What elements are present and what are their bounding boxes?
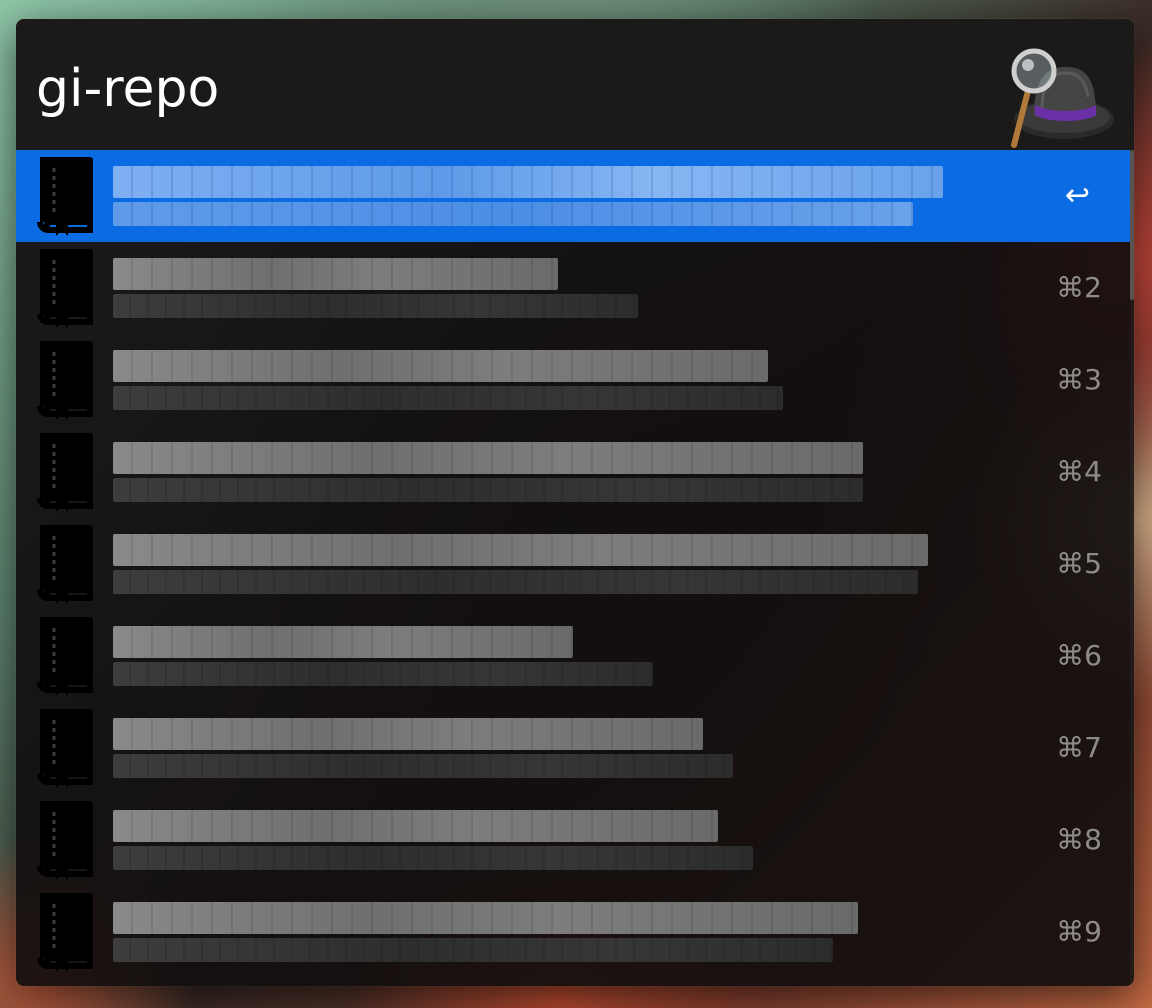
result-text: [113, 810, 1043, 872]
result-title: [113, 810, 718, 842]
result-row-1[interactable]: ↩: [16, 150, 1130, 242]
result-subtitle: [113, 294, 638, 318]
result-shortcut: ⌘7: [1056, 731, 1102, 764]
return-key-icon: ↩: [1064, 178, 1090, 213]
result-text: [113, 166, 1043, 228]
result-text: [113, 258, 1043, 320]
result-subtitle: [113, 754, 733, 778]
result-text: [113, 442, 1043, 504]
result-row-7[interactable]: ⌘7: [16, 702, 1130, 794]
result-row-3[interactable]: ⌘3: [16, 334, 1130, 426]
result-title: [113, 902, 858, 934]
result-shortcut: ⌘5: [1056, 547, 1102, 580]
result-subtitle: [113, 938, 833, 962]
result-row-8[interactable]: ⌘8: [16, 794, 1130, 886]
result-subtitle: [113, 386, 783, 410]
alfred-launcher-window: ↩ ⌘2: [16, 19, 1134, 986]
result-shortcut: ⌘2: [1056, 271, 1102, 304]
result-subtitle: [113, 570, 918, 594]
search-bar: [16, 19, 1134, 150]
result-text: [113, 350, 1043, 412]
result-shortcut: ⌘8: [1056, 823, 1102, 856]
result-title: [113, 718, 703, 750]
result-row-2[interactable]: ⌘2: [16, 242, 1130, 334]
result-shortcut: ⌘4: [1056, 455, 1102, 488]
result-title: [113, 626, 573, 658]
result-text: [113, 718, 1043, 780]
result-row-5[interactable]: ⌘5: [16, 518, 1130, 610]
result-row-4[interactable]: ⌘4: [16, 426, 1130, 518]
repo-book-icon: [37, 433, 93, 512]
result-row-9[interactable]: ⌘9: [16, 886, 1130, 978]
repo-book-icon: [37, 341, 93, 420]
result-text: [113, 626, 1043, 688]
result-shortcut: ⌘9: [1056, 915, 1102, 948]
result-subtitle: [113, 478, 863, 502]
result-title: [113, 166, 943, 198]
result-shortcut: ⌘3: [1056, 363, 1102, 396]
alfred-hat-magnifier-icon: [1011, 48, 1114, 148]
scrollbar-thumb[interactable]: [1130, 150, 1134, 300]
result-title: [113, 442, 863, 474]
repo-book-icon: [37, 893, 93, 972]
repo-book-icon: [37, 617, 93, 696]
result-subtitle: [113, 846, 753, 870]
result-row-6[interactable]: ⌘6: [16, 610, 1130, 702]
result-title: [113, 534, 928, 566]
repo-book-icon: [37, 249, 93, 328]
repo-book-icon: [37, 525, 93, 604]
result-text: [113, 534, 1043, 596]
result-title: [113, 350, 768, 382]
search-input[interactable]: [36, 49, 936, 129]
repo-book-icon: [37, 709, 93, 788]
results-list: ↩ ⌘2 ⌘3 ⌘4 ⌘5 ⌘6 ⌘7 ⌘8 ⌘9: [16, 150, 1134, 986]
result-title: [113, 258, 558, 290]
result-shortcut: ⌘6: [1056, 639, 1102, 672]
repo-book-icon: [37, 801, 93, 880]
result-subtitle: [113, 202, 913, 226]
result-text: [113, 902, 1043, 964]
repo-book-icon: [37, 157, 93, 236]
result-subtitle: [113, 662, 653, 686]
